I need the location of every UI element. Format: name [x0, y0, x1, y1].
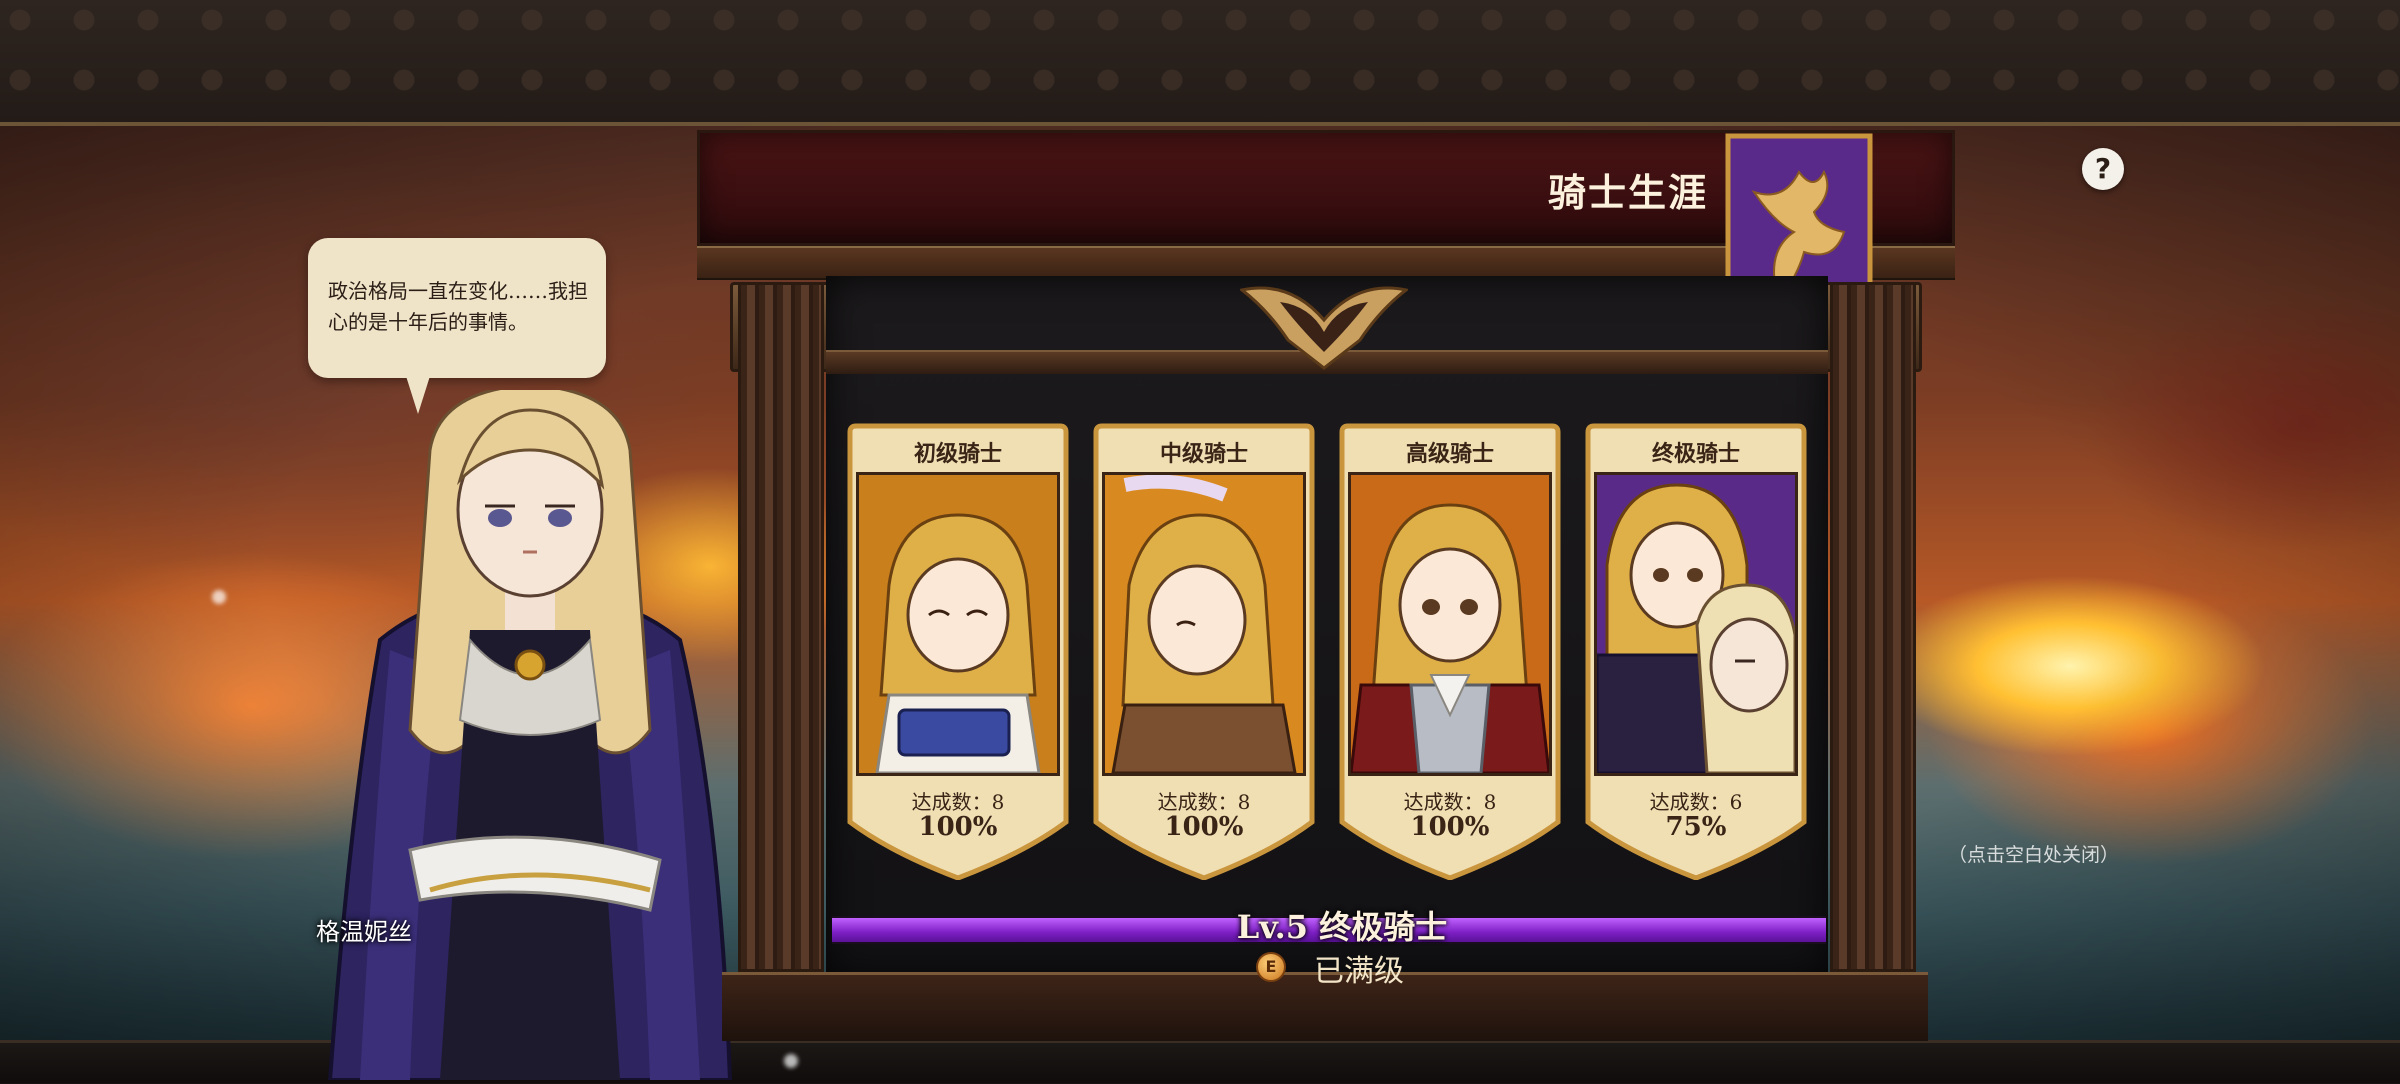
- help-button[interactable]: ?: [2082, 148, 2124, 190]
- card-title: 终极骑士: [1651, 441, 1740, 467]
- career-card-advanced[interactable]: 高级骑士 达成数：8 100%: [1338, 422, 1562, 880]
- card-percent: 100%: [1164, 812, 1244, 842]
- card-count: 达成数：8: [1157, 790, 1251, 814]
- pillar-left: [738, 282, 824, 972]
- card-percent: 75%: [1665, 812, 1727, 842]
- card-percent: 100%: [1410, 812, 1490, 842]
- coin-icon: E: [1256, 952, 1286, 982]
- card-count: 达成数：8: [911, 790, 1005, 814]
- card-title: 中级骑士: [1159, 441, 1248, 467]
- close-hint: （点击空白处关闭）: [1948, 844, 2120, 866]
- panel-title: 骑士生涯: [1548, 170, 1709, 215]
- card-count: 达成数：6: [1649, 790, 1743, 814]
- pillar-right: [1830, 282, 1916, 972]
- career-card-intermediate[interactable]: 中级骑士 达成数：8 100%: [1092, 422, 1316, 880]
- card-portrait: [1348, 472, 1552, 776]
- card-portrait: [856, 472, 1060, 776]
- career-card-ultimate[interactable]: 终极骑士 达成数：6 75%: [1584, 422, 1808, 880]
- snow-particle: [212, 590, 226, 604]
- level-label: Lv.5 终极骑士: [1236, 908, 1448, 946]
- speaker-name: 格温妮丝: [316, 918, 412, 946]
- card-title: 高级骑士: [1405, 441, 1494, 467]
- card-percent: 100%: [918, 812, 998, 842]
- card-title: 初级骑士: [913, 441, 1002, 467]
- snow-particle: [784, 1054, 798, 1068]
- career-card-novice[interactable]: 初级骑士 达成数：8 100%: [846, 422, 1070, 880]
- card-portrait: [1594, 472, 1798, 776]
- card-count: 达成数：8: [1403, 790, 1497, 814]
- card-portrait: [1102, 472, 1306, 776]
- top-ornament-band: [0, 0, 2400, 126]
- speech-text: 政治格局一直在变化……我担心的是十年后的事情。: [328, 279, 588, 334]
- speech-bubble: 政治格局一直在变化……我担心的是十年后的事情。: [308, 238, 606, 414]
- max-level-text: 已满级: [1314, 954, 1404, 989]
- character-portrait: [320, 383, 740, 1082]
- winged-emblem-icon: [1238, 280, 1410, 370]
